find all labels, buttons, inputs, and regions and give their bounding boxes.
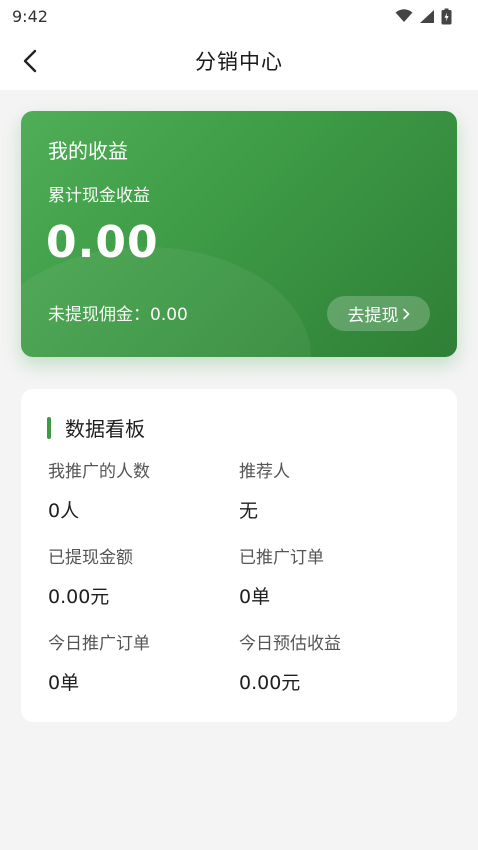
withdraw-button[interactable]: 去提现 bbox=[327, 296, 430, 331]
battery-icon bbox=[441, 8, 452, 24]
earnings-card: 我的收益 累计现金收益 0.00 未提现佣金：0.00 去提现 bbox=[21, 111, 457, 357]
stat-value: 0单 bbox=[239, 586, 271, 608]
signal-icon bbox=[420, 9, 434, 23]
top-area: 9:42 分销中心 bbox=[0, 0, 478, 90]
dashboard-card: 数据看板 我推广的人数 0人 推荐人 无 已提现金额 0.00元 已推广订单 0… bbox=[21, 389, 457, 722]
stat-value: 0单 bbox=[48, 672, 80, 694]
stat-label: 已推广订单 bbox=[239, 548, 324, 568]
stat-label: 已提现金额 bbox=[48, 548, 133, 568]
chevron-left-icon bbox=[23, 49, 37, 73]
stat-value: 无 bbox=[239, 500, 259, 522]
stat-label: 今日预估收益 bbox=[239, 634, 341, 654]
chevron-right-icon bbox=[402, 308, 409, 319]
title-accent-bar bbox=[47, 416, 51, 439]
stat-promoted-users: 我推广的人数 0人 bbox=[48, 457, 150, 523]
withdraw-label: 去提现 bbox=[347, 306, 399, 326]
stat-value: 0.00元 bbox=[48, 586, 110, 608]
wifi-icon bbox=[395, 9, 413, 22]
dashboard-title: 数据看板 bbox=[65, 417, 145, 441]
stat-label: 今日推广订单 bbox=[48, 634, 150, 654]
earnings-subtitle: 累计现金收益 bbox=[48, 186, 150, 206]
stat-label: 我推广的人数 bbox=[48, 462, 150, 482]
earnings-title: 我的收益 bbox=[48, 139, 128, 163]
status-time: 9:42 bbox=[12, 6, 48, 26]
status-bar: 9:42 bbox=[0, 0, 478, 32]
stat-withdrawn-amount: 已提现金额 0.00元 bbox=[48, 543, 133, 609]
stat-today-orders: 今日推广订单 0单 bbox=[48, 629, 150, 695]
nav-bar: 分销中心 bbox=[0, 32, 478, 90]
pending-commission: 未提现佣金：0.00 bbox=[48, 305, 188, 325]
status-icons bbox=[395, 8, 452, 25]
stat-label: 推荐人 bbox=[239, 462, 290, 482]
stat-promoted-orders: 已推广订单 0单 bbox=[239, 543, 324, 609]
page-title: 分销中心 bbox=[195, 50, 283, 74]
dashboard-header: 数据看板 bbox=[47, 413, 145, 442]
stat-value: 0人 bbox=[48, 500, 80, 522]
back-button[interactable] bbox=[14, 45, 46, 77]
stat-today-earnings: 今日预估收益 0.00元 bbox=[239, 629, 341, 695]
earnings-amount: 0.00 bbox=[46, 217, 159, 268]
stat-value: 0.00元 bbox=[239, 672, 301, 694]
stat-referrer: 推荐人 无 bbox=[239, 457, 290, 523]
